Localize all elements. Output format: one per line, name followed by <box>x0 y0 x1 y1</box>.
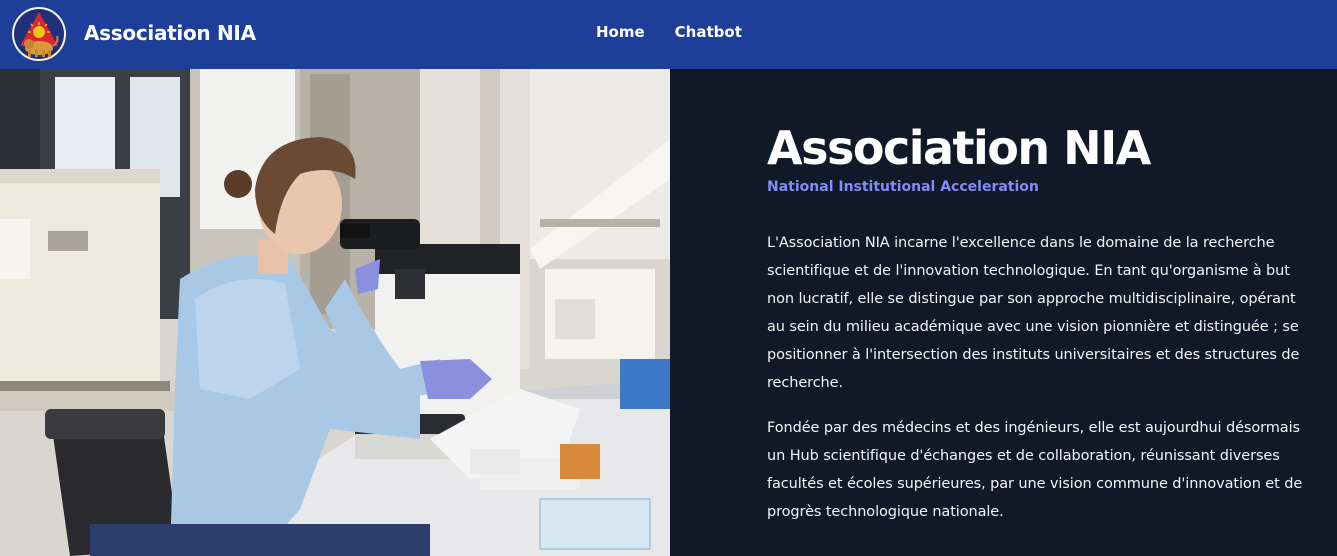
navbar: Association NIA Home Chatbot <box>0 0 1337 69</box>
nav-home-link[interactable]: Home <box>596 23 645 41</box>
intro-paragraph: L'Association NIA incarne l'excellence d… <box>767 235 1300 391</box>
laboratory-microscope-photo <box>0 69 670 556</box>
history-paragraph: Fondée par des médecins et des ingénieur… <box>767 420 1303 520</box>
main-nav: Home Chatbot <box>596 23 742 41</box>
lion-emblem-icon[interactable] <box>11 6 67 62</box>
brand-name[interactable]: Association NIA <box>84 21 256 45</box>
page-subtitle: National Institutional Acceleration <box>767 179 1039 195</box>
page-title: Association NIA <box>767 121 1151 175</box>
nav-chatbot-link[interactable]: Chatbot <box>675 23 742 41</box>
hero-content: Association NIA National Institutional A… <box>670 69 1337 556</box>
